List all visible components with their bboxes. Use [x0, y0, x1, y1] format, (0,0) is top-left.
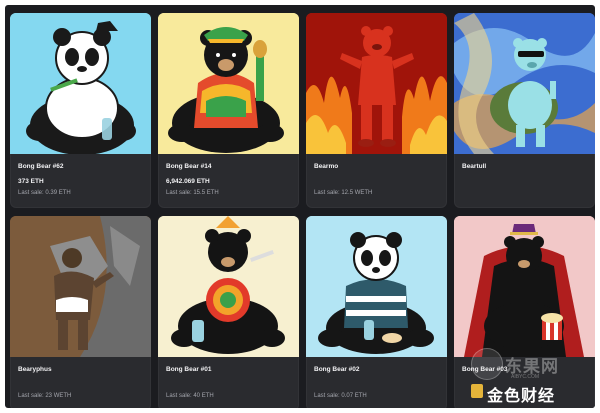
nft-price: 6,942.069 ETH [166, 178, 210, 185]
nft-card[interactable]: Bong Bear #03 [454, 216, 595, 408]
nft-last-sale: Last sale: 40 ETH [166, 393, 214, 399]
nft-image[interactable] [306, 13, 447, 154]
nft-card[interactable]: Beartull [454, 13, 595, 208]
nft-image[interactable] [454, 216, 595, 357]
nft-name: Beartull [462, 163, 487, 170]
nft-last-sale: Last sale: 15.5 ETH [166, 190, 219, 196]
nft-image[interactable] [158, 216, 299, 357]
card-grid: Bong Bear #62 373 ETH Last sale: 0.39 ET… [10, 13, 595, 408]
nft-name: Bong Bear #02 [314, 366, 360, 373]
nft-card[interactable]: Bearyphus Last sale: 23 WETH [10, 216, 151, 408]
nft-image[interactable] [158, 13, 299, 154]
nft-name: Bong Bear #62 [18, 163, 64, 170]
nft-price [314, 178, 439, 186]
nft-last-sale: Last sale: 0.07 ETH [314, 393, 367, 399]
nft-name: Bearyphus [18, 366, 52, 373]
boulder-bear-icon [10, 216, 151, 357]
nft-card[interactable]: Bong Bear #62 373 ETH Last sale: 0.39 ET… [10, 13, 151, 208]
nft-image[interactable] [306, 216, 447, 357]
nft-name: Bearmo [314, 163, 339, 170]
nft-price [314, 381, 439, 389]
nft-card[interactable]: Bong Bear #02 Last sale: 0.07 ETH [306, 216, 447, 408]
nft-name: Bong Bear #14 [166, 163, 212, 170]
nft-last-sale: Last sale: 0.39 ETH [18, 190, 71, 196]
nft-price [462, 381, 587, 389]
black-bear-icon [158, 216, 299, 357]
nft-last-sale [462, 189, 587, 197]
nft-name: Bong Bear #03 [462, 366, 508, 373]
red-bear-icon [306, 13, 447, 154]
nft-price [18, 381, 143, 389]
nft-card[interactable]: Bearmo Last sale: 12.5 WETH [306, 13, 447, 208]
nft-price [462, 178, 587, 186]
nft-image[interactable] [10, 216, 151, 357]
nft-gallery: Bong Bear #62 373 ETH Last sale: 0.39 ET… [5, 5, 595, 408]
caped-bear-icon [454, 216, 595, 357]
nft-last-sale [462, 392, 587, 400]
nft-last-sale: Last sale: 12.5 WETH [314, 190, 373, 196]
black-bear-icon [158, 13, 299, 154]
nft-image[interactable] [454, 13, 595, 154]
panda-bear-icon [10, 13, 151, 154]
turtle-bear-icon [454, 13, 595, 154]
nft-card[interactable]: Bong Bear #01 Last sale: 40 ETH [158, 216, 299, 408]
nft-image[interactable] [10, 13, 151, 154]
nft-name: Bong Bear #01 [166, 366, 212, 373]
panda-bear-icon [306, 216, 447, 357]
nft-price: 373 ETH [18, 178, 44, 185]
nft-last-sale: Last sale: 23 WETH [18, 393, 72, 399]
nft-card[interactable]: Bong Bear #14 6,942.069 ETH Last sale: 1… [158, 13, 299, 208]
nft-price [166, 381, 291, 389]
